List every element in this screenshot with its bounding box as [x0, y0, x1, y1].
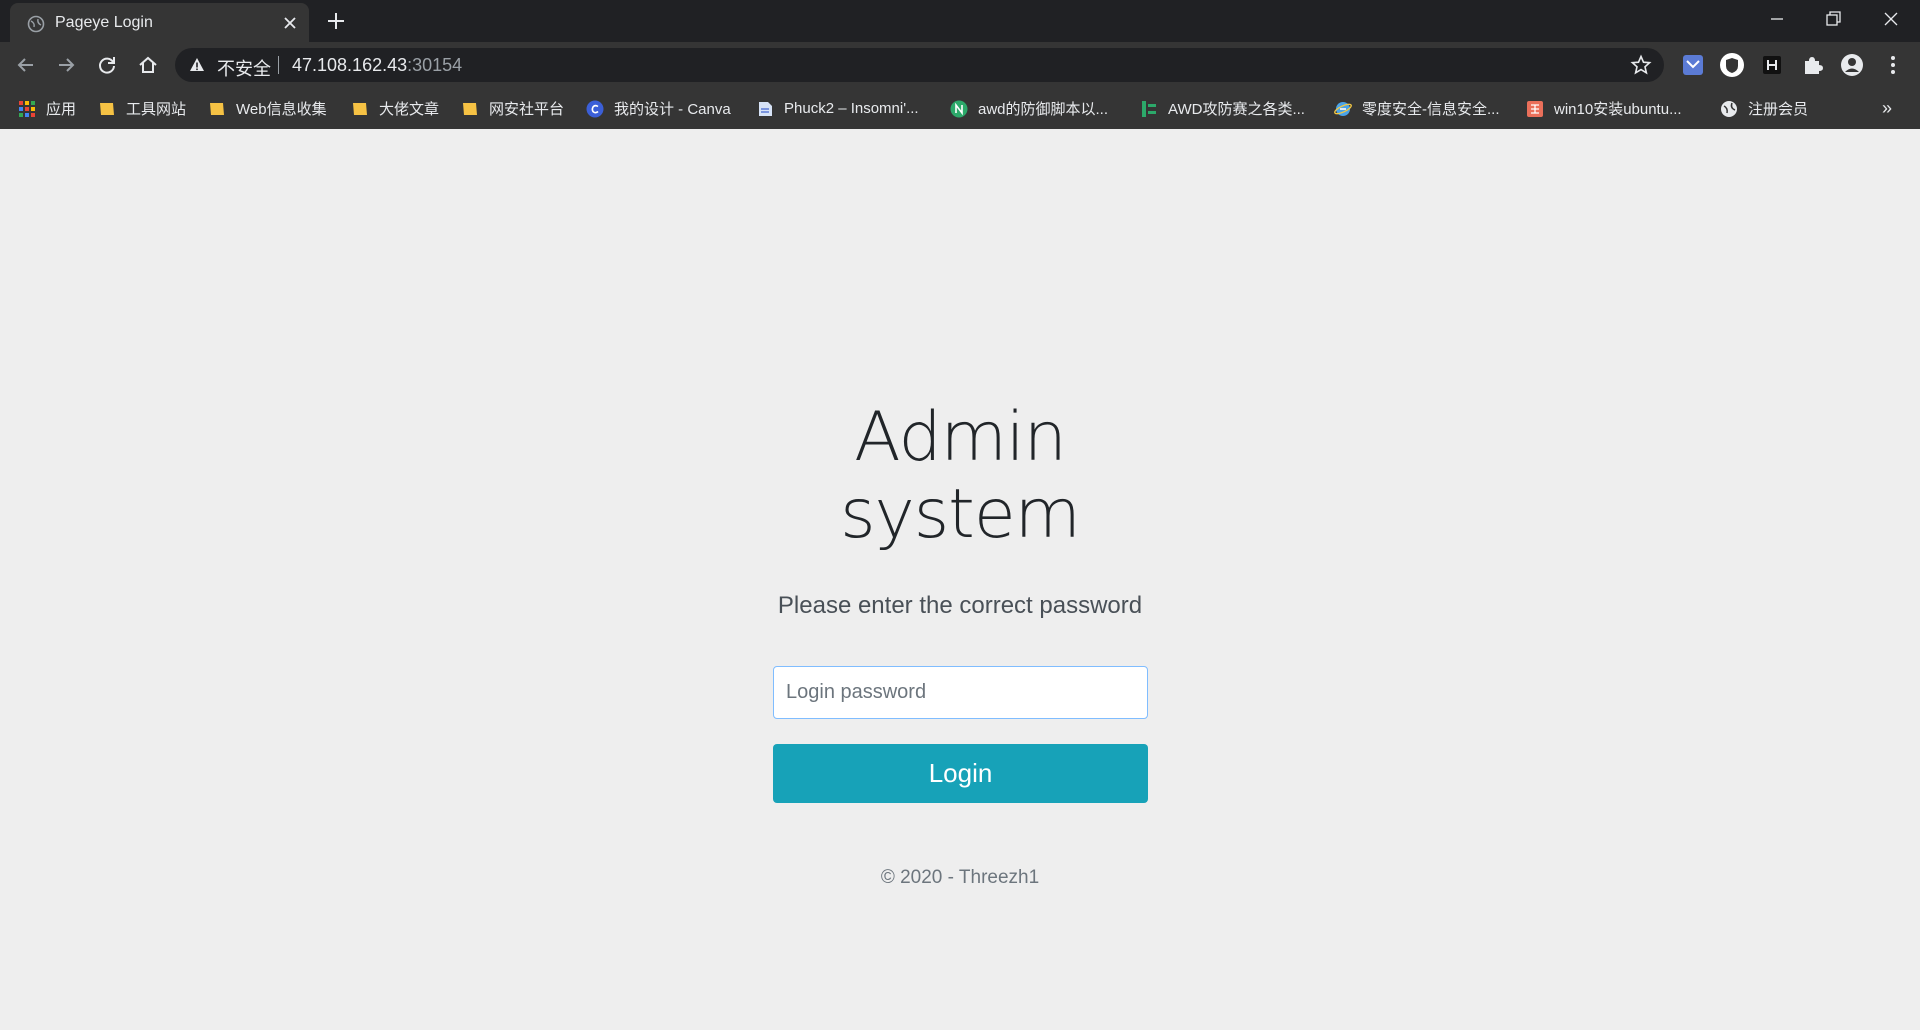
bookmark-lingdu[interactable]: 零度安全-信息安全... — [1334, 88, 1500, 129]
bookmark-folder-web-info[interactable]: Web信息收集 — [208, 88, 327, 129]
bookmark-label: 零度安全-信息安全... — [1362, 101, 1500, 118]
bookmarks-overflow-button[interactable]: » — [1882, 98, 1892, 119]
globe-favicon-icon — [27, 15, 45, 33]
login-button[interactable]: Login — [773, 744, 1148, 803]
browser-chrome: Pageye Login 不安全 47.108.162.43:30154 应用 … — [0, 0, 1920, 129]
page-content: Admin system Please enter the correct pa… — [0, 129, 1920, 1030]
forward-icon[interactable] — [54, 53, 78, 77]
bookmark-canva[interactable]: 我的设计 - Canva — [586, 88, 731, 129]
green-bars-icon — [1142, 100, 1156, 117]
jian-icon — [1527, 100, 1543, 117]
tab-strip: Pageye Login — [0, 0, 1920, 42]
bookmark-label: win10安装ubuntu... — [1554, 101, 1682, 118]
close-tab-icon[interactable] — [281, 14, 299, 32]
bookmark-folder-tools[interactable]: 工具网站 — [98, 88, 186, 129]
folder-icon — [353, 102, 367, 115]
extension-shield-icon[interactable] — [1719, 52, 1745, 78]
extension-h-icon[interactable] — [1759, 52, 1785, 78]
bookmark-register[interactable]: 注册会员 — [1720, 88, 1808, 129]
bookmark-win10-ubuntu[interactable]: win10安装ubuntu... — [1526, 88, 1682, 129]
page-icon — [759, 101, 772, 116]
browser-tab[interactable]: Pageye Login — [10, 3, 309, 42]
bookmark-apps[interactable]: 应用 — [18, 88, 76, 129]
bookmark-label: AWD攻防赛之各类... — [1168, 101, 1305, 118]
bookmark-label: 网安社平台 — [489, 101, 565, 118]
toolbar: 不安全 47.108.162.43:30154 — [0, 42, 1920, 88]
bookmark-awd-attack[interactable]: AWD攻防赛之各类... — [1140, 88, 1305, 129]
bookmark-folder-articles[interactable]: 大佬文章 — [351, 88, 439, 129]
extension-mail-icon[interactable] — [1680, 52, 1706, 78]
bookmark-phuck2[interactable]: Phuck2 – Insomni'... — [756, 88, 919, 129]
back-icon[interactable] — [14, 53, 38, 77]
url-text[interactable]: 47.108.162.43:30154 — [292, 55, 462, 76]
n-icon — [950, 100, 968, 117]
page-title-line2: system — [840, 475, 1081, 554]
address-bar[interactable]: 不安全 47.108.162.43:30154 — [175, 48, 1664, 82]
folder-icon — [463, 102, 477, 115]
bookmarks-bar: 应用 工具网站 Web信息收集 大佬文章 网安社平台 我的设计 - Canva — [0, 88, 1920, 129]
canva-icon — [586, 100, 604, 117]
url-port: :30154 — [407, 55, 463, 75]
new-tab-icon[interactable] — [325, 10, 347, 32]
not-secure-label[interactable]: 不安全 — [217, 55, 271, 81]
bookmark-label: Phuck2 – Insomni'... — [784, 100, 919, 117]
bookmark-label: 注册会员 — [1748, 101, 1809, 118]
reload-icon[interactable] — [95, 53, 119, 77]
close-window-icon[interactable] — [1880, 8, 1902, 30]
home-icon[interactable] — [136, 53, 160, 77]
bookmark-label: Web信息收集 — [236, 101, 327, 118]
ie-icon — [1334, 101, 1352, 116]
omnibox-divider — [278, 56, 279, 74]
password-input[interactable] — [773, 666, 1148, 719]
warning-icon[interactable] — [189, 57, 205, 73]
footer-copyright: © 2020 - Threezh1 — [880, 867, 1040, 888]
profile-avatar-icon[interactable] — [1839, 52, 1865, 78]
bookmark-label: 应用 — [46, 101, 77, 118]
bookmark-label: awd的防御脚本以... — [978, 101, 1109, 118]
folder-icon — [210, 102, 224, 115]
bookmark-label: 大佬文章 — [379, 101, 440, 118]
restore-icon[interactable] — [1822, 8, 1844, 30]
bookmark-star-icon[interactable] — [1630, 54, 1652, 76]
minimize-icon[interactable] — [1766, 8, 1788, 30]
page-subtitle: Please enter the correct password — [777, 592, 1143, 619]
apps-grid-icon — [19, 100, 35, 117]
bookmark-folder-platform[interactable]: 网安社平台 — [461, 88, 564, 129]
menu-kebab-icon[interactable] — [1880, 52, 1906, 78]
globe-icon — [1721, 100, 1737, 117]
page-title-line1: Admin — [854, 398, 1067, 477]
extensions-puzzle-icon[interactable] — [1799, 52, 1825, 78]
bookmark-label: 我的设计 - Canva — [614, 101, 731, 118]
tab-title: Pageye Login — [55, 14, 153, 31]
bookmark-label: 工具网站 — [126, 101, 187, 118]
bookmark-awd-defense[interactable]: awd的防御脚本以... — [950, 88, 1108, 129]
folder-icon — [100, 102, 114, 115]
url-host: 47.108.162.43 — [292, 55, 408, 75]
